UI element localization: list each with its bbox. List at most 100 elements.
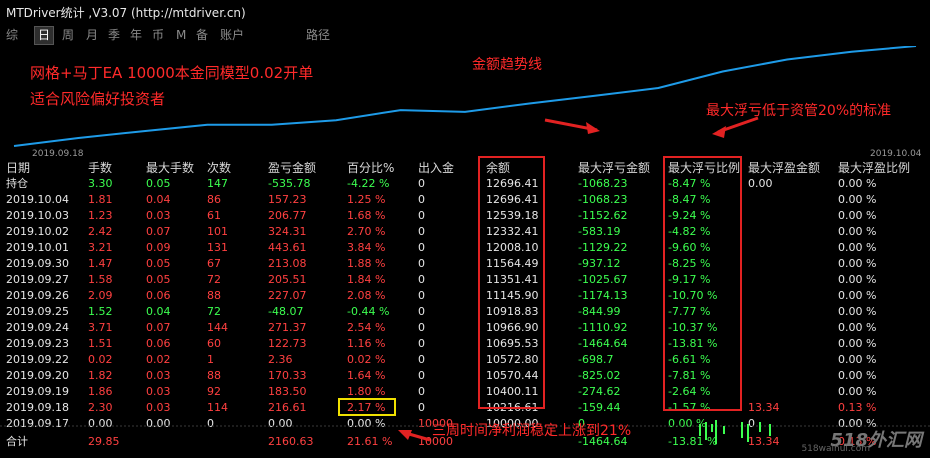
total-percent-highlight-box bbox=[338, 398, 396, 416]
cell-lots: 2.09 bbox=[88, 289, 113, 302]
cell-count: 86 bbox=[207, 193, 221, 206]
cell-count: 67 bbox=[207, 257, 221, 270]
cell-date: 2019.09.18 bbox=[6, 401, 69, 414]
cell-percent: 2.70 % bbox=[347, 225, 386, 238]
table-row: 2019.10.04 1.81 0.04 86 157.23 1.25 % 0 12696.4… bbox=[0, 192, 930, 208]
trend-arrow-head bbox=[586, 122, 600, 134]
cell-count: 61 bbox=[207, 209, 221, 222]
table-row: 2019.09.24 3.71 0.07 144 271.37 2.54 % 0 10966.… bbox=[0, 320, 930, 336]
note-strategy: 网格+马丁EA 10000本金同模型0.02开单 bbox=[30, 64, 314, 82]
cell-pnl: 227.07 bbox=[268, 289, 307, 302]
cell-pnl: 170.33 bbox=[268, 369, 307, 382]
cell-count: 72 bbox=[207, 305, 221, 318]
bottom-strip: 三周时间净利润稳定上涨到21% 518外汇网 518waihui.com bbox=[0, 418, 930, 454]
cell-max-lots: 0.05 bbox=[146, 257, 171, 270]
note-drawdown: 最大浮亏低于资管20%的标准 bbox=[706, 103, 892, 119]
cell-deposit: 0 bbox=[418, 257, 425, 270]
cell-count: 92 bbox=[207, 385, 221, 398]
cell-max-dd: -1025.67 bbox=[578, 273, 628, 286]
cell-date: 2019.10.01 bbox=[6, 241, 69, 254]
table-header: 日期 手数 最大手数 次数 盈亏金额 百分比% 出入金 余额 最大浮亏金额 最大… bbox=[0, 160, 930, 176]
tab-currency[interactable]: 币 bbox=[152, 27, 164, 44]
cell-max-dd: -825.02 bbox=[578, 369, 621, 382]
cell-max-fp-ratio: 0.00 % bbox=[838, 225, 877, 238]
tab-month[interactable]: 月 bbox=[86, 27, 98, 44]
cell-date: 2019.09.30 bbox=[6, 257, 69, 270]
cell-date: 2019.09.27 bbox=[6, 273, 69, 286]
header-deposit: 出入金 bbox=[418, 161, 455, 175]
cell-max-dd: -1174.13 bbox=[578, 289, 628, 302]
cell-max-lots: 0.03 bbox=[146, 209, 171, 222]
cell-pnl: 157.23 bbox=[268, 193, 307, 206]
cell-max-lots: 0.07 bbox=[146, 225, 171, 238]
header-date: 日期 bbox=[6, 161, 31, 175]
tab-year[interactable]: 年 bbox=[130, 27, 142, 44]
tab-week[interactable]: 周 bbox=[62, 27, 74, 44]
window-title: MTDriver统计 ,V3.07 (http://mtdriver.cn) bbox=[6, 6, 246, 20]
cell-lots: 3.21 bbox=[88, 241, 113, 254]
cell-lots: 2.30 bbox=[88, 401, 113, 414]
header-max-fp-ratio: 最大浮盈比例 bbox=[838, 161, 911, 175]
cell-percent: 1.84 % bbox=[347, 273, 386, 286]
cell-date: 2019.09.20 bbox=[6, 369, 69, 382]
header-percent: 百分比% bbox=[347, 161, 395, 175]
cell-percent: 1.25 % bbox=[347, 193, 386, 206]
watermark-url: 518waihui.com bbox=[801, 444, 870, 454]
cell-pnl: 271.37 bbox=[268, 321, 307, 334]
cell-percent: 1.64 % bbox=[347, 369, 386, 382]
tab-quarter[interactable]: 季 bbox=[108, 27, 120, 44]
cell-percent: 1.16 % bbox=[347, 337, 386, 350]
cell-percent: 3.84 % bbox=[347, 241, 386, 254]
cell-percent: -4.22 % bbox=[347, 177, 390, 190]
cell-count: 144 bbox=[207, 321, 228, 334]
cell-date: 2019.09.19 bbox=[6, 385, 69, 398]
tab-summary[interactable]: 综 bbox=[6, 27, 18, 44]
chart-end-date: 2019.10.04 bbox=[870, 149, 922, 159]
cell-max-lots: 0.05 bbox=[146, 177, 171, 190]
cell-max-lots: 0.03 bbox=[146, 369, 171, 382]
cell-max-fp-ratio: 0.00 % bbox=[838, 241, 877, 254]
cell-max-lots: 0.05 bbox=[146, 273, 171, 286]
cell-max-lots: 0.04 bbox=[146, 305, 171, 318]
cell-max-fp-ratio: 0.00 % bbox=[838, 305, 877, 318]
cell-max-fp-ratio: 0.00 % bbox=[838, 385, 877, 398]
cell-count: 131 bbox=[207, 241, 228, 254]
cell-max-dd: -1110.92 bbox=[578, 321, 628, 334]
cell-pnl: 205.51 bbox=[268, 273, 307, 286]
cell-max-fp-ratio: 0.00 % bbox=[838, 369, 877, 382]
cell-lots: 1.23 bbox=[88, 209, 113, 222]
mtdriver-window: MTDriver统计 ,V3.07 (http://mtdriver.cn) 综… bbox=[0, 0, 930, 454]
cell-max-dd: -1068.23 bbox=[578, 177, 628, 190]
header-count: 次数 bbox=[207, 161, 232, 175]
cell-lots: 0.02 bbox=[88, 353, 113, 366]
cell-max-dd: -1068.23 bbox=[578, 193, 628, 206]
cell-count: 114 bbox=[207, 401, 228, 414]
cell-max-lots: 0.03 bbox=[146, 401, 171, 414]
cell-date: 2019.10.03 bbox=[6, 209, 69, 222]
cell-deposit: 0 bbox=[418, 385, 425, 398]
cell-deposit: 0 bbox=[418, 241, 425, 254]
tab-day[interactable]: 日 bbox=[34, 26, 55, 45]
cell-lots: 1.58 bbox=[88, 273, 113, 286]
cell-lots: 1.52 bbox=[88, 305, 113, 318]
cell-pnl: 216.61 bbox=[268, 401, 307, 414]
tab-magic[interactable]: M bbox=[176, 27, 186, 44]
cell-max-lots: 0.06 bbox=[146, 337, 171, 350]
cell-max-lots: 0.06 bbox=[146, 289, 171, 302]
tab-notes[interactable]: 备 bbox=[196, 27, 208, 44]
cell-date: 2019.09.24 bbox=[6, 321, 69, 334]
cell-max-dd: -583.19 bbox=[578, 225, 621, 238]
cell-percent: 1.88 % bbox=[347, 257, 386, 270]
table-row: 2019.09.26 2.09 0.06 88 227.07 2.08 % 0 11145.9… bbox=[0, 288, 930, 304]
table-row: 2019.09.22 0.02 0.02 1 2.36 0.02 % 0 10572.80 -6… bbox=[0, 352, 930, 368]
header-lots: 手数 bbox=[88, 161, 113, 175]
tab-path[interactable]: 路径 bbox=[306, 27, 330, 44]
tab-account[interactable]: 账户 bbox=[220, 27, 244, 44]
cell-max-lots: 0.02 bbox=[146, 353, 171, 366]
cell-max-fp: 13.34 bbox=[748, 401, 780, 414]
note-profit: 三周时间净利润稳定上涨到21% bbox=[432, 423, 632, 439]
cell-deposit: 0 bbox=[418, 369, 425, 382]
cell-pnl: 206.77 bbox=[268, 209, 307, 222]
cell-max-fp-ratio: 0.00 % bbox=[838, 193, 877, 206]
header-max-fp: 最大浮盈金额 bbox=[748, 161, 821, 175]
